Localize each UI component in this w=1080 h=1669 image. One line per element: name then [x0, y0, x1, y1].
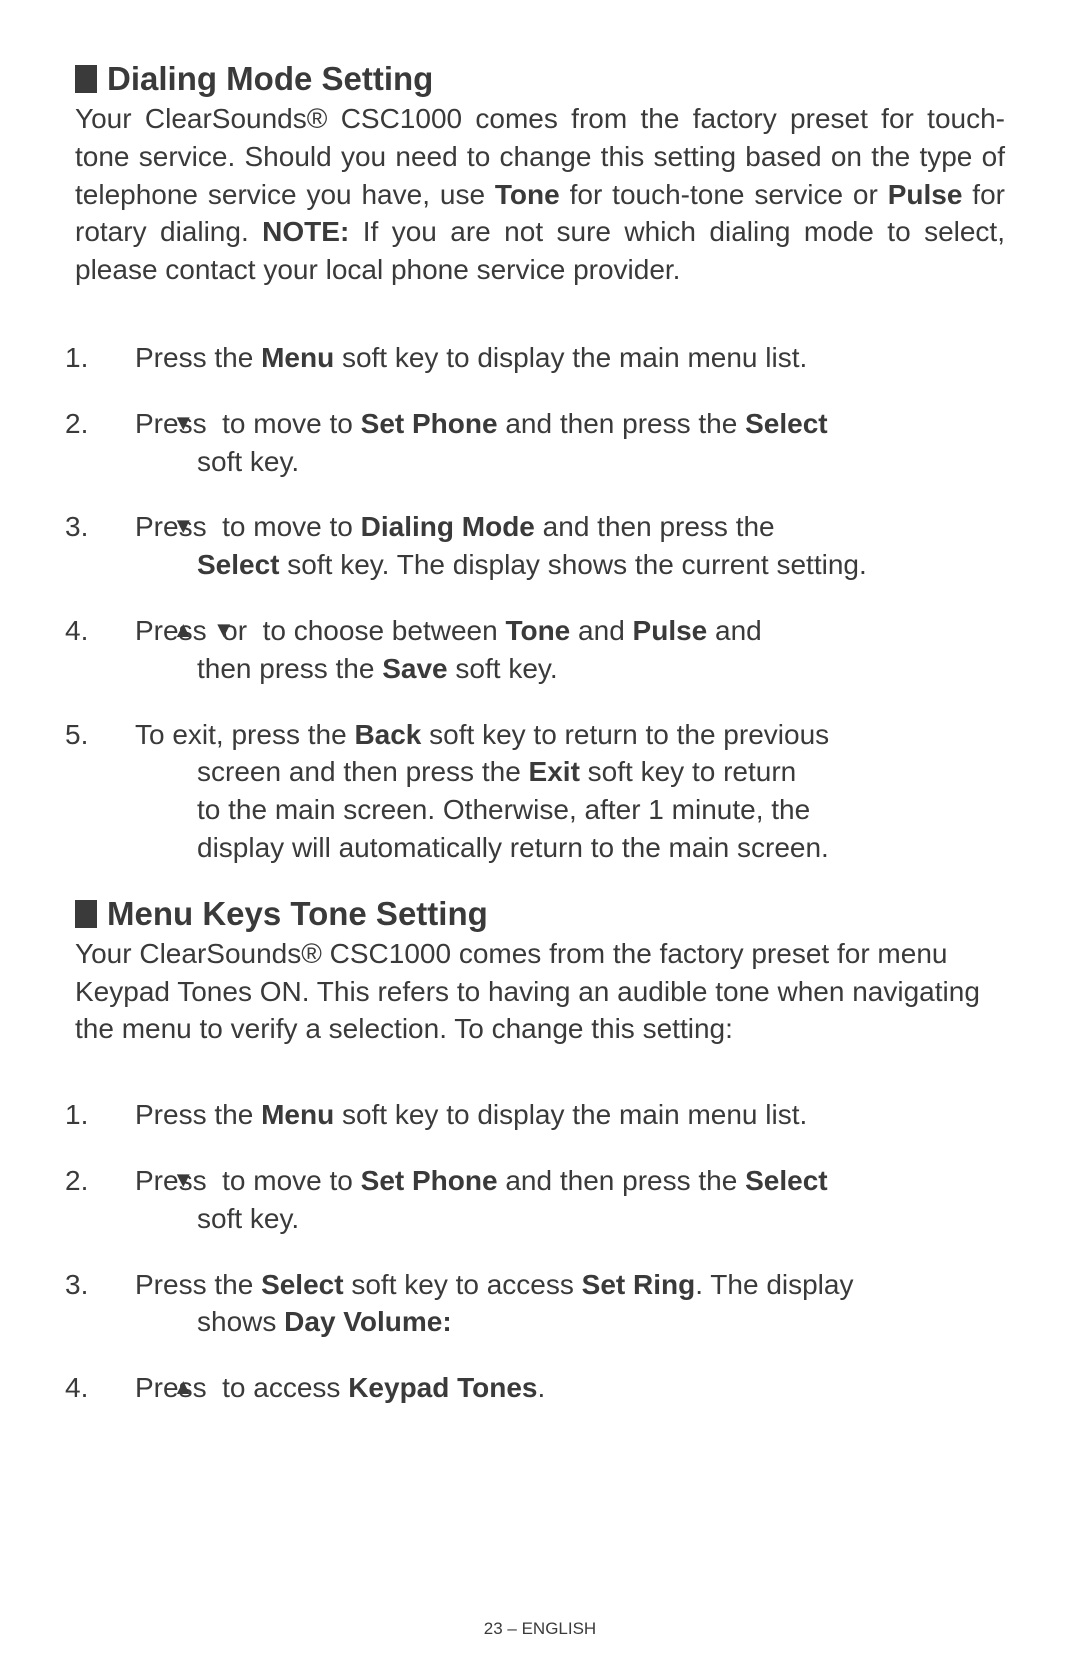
step-continuation: screen and then press the Exit soft key …	[149, 753, 1005, 791]
step-continuation: soft key.	[149, 443, 1005, 481]
step-text: soft key.	[448, 653, 558, 684]
bullet-square-icon	[75, 900, 97, 928]
steps-list-1: 1.Press the Menu soft key to display the…	[107, 339, 1005, 867]
step-continuation: display will automatically return to the…	[149, 829, 1005, 867]
step-text: To exit, press the	[135, 719, 354, 750]
step-text: to move to	[214, 1165, 360, 1196]
step-bold: Tone	[505, 615, 570, 646]
step-bold: Select	[745, 1165, 828, 1196]
intro-text: for touch-tone service or	[560, 179, 888, 210]
step-bold: Select	[197, 549, 280, 580]
step-item: 4.Press ▲ or ▼ to choose between Tone an…	[107, 612, 1005, 688]
step-text: Press the	[135, 1099, 261, 1130]
step-item: 4.Press ▲ to access Keypad Tones.	[107, 1369, 1005, 1407]
section-heading-dialing-mode: Dialing Mode Setting	[75, 60, 1005, 98]
step-continuation: soft key.	[149, 1200, 1005, 1238]
step-bold: Save	[382, 653, 447, 684]
step-text: . The display	[695, 1269, 853, 1300]
intro-bold-tone: Tone	[495, 179, 560, 210]
step-bold: Dialing Mode	[361, 511, 535, 542]
heading-text: Menu Keys Tone Setting	[107, 895, 488, 933]
step-bold: Pulse	[633, 615, 708, 646]
step-number: 1.	[107, 339, 135, 377]
step-bold: Set Phone	[361, 408, 498, 439]
intro-bold-pulse: Pulse	[888, 179, 963, 210]
step-text: soft key to return	[580, 756, 796, 787]
step-text: and	[707, 615, 762, 646]
step-item: 1.Press the Menu soft key to display the…	[107, 1096, 1005, 1134]
step-number: 1.	[107, 1096, 135, 1134]
section-heading-menu-keys: Menu Keys Tone Setting	[75, 895, 1005, 933]
step-bold: Back	[354, 719, 421, 750]
step-number: 2.	[107, 1162, 135, 1200]
step-text: Press the	[135, 342, 261, 373]
step-text: to choose between	[255, 615, 506, 646]
step-bold: Menu	[261, 1099, 334, 1130]
step-text: soft key to access	[344, 1269, 582, 1300]
step-text: then press the	[197, 653, 382, 684]
step-continuation: then press the Save soft key.	[149, 650, 1005, 688]
step-item: 3.Press the Select soft key to access Se…	[107, 1266, 1005, 1342]
intro-note-label: NOTE:	[262, 216, 349, 247]
step-bold: Select	[745, 408, 828, 439]
step-number: 2.	[107, 405, 135, 443]
step-bold: Set Phone	[361, 1165, 498, 1196]
step-bold: Day Volume:	[284, 1306, 452, 1337]
step-text: Press the	[135, 1269, 261, 1300]
page-footer: 23 – ENGLISH	[0, 1619, 1080, 1639]
step-text: .	[538, 1372, 546, 1403]
intro-paragraph-1: Your ClearSounds® CSC1000 comes from the…	[75, 100, 1005, 289]
step-number: 3.	[107, 508, 135, 546]
step-continuation: shows Day Volume:	[149, 1303, 1005, 1341]
step-number: 5.	[107, 716, 135, 754]
step-text: screen and then press the	[197, 756, 529, 787]
step-bold: Select	[261, 1269, 344, 1300]
step-text: and then press the	[498, 1165, 746, 1196]
step-item: 5.To exit, press the Back soft key to re…	[107, 716, 1005, 867]
step-item: 1.Press the Menu soft key to display the…	[107, 339, 1005, 377]
step-text: to access	[214, 1372, 348, 1403]
step-item: 3.Press ▼ to move to Dialing Mode and th…	[107, 508, 1005, 584]
step-item: 2.Press ▼ to move to Set Phone and then …	[107, 1162, 1005, 1238]
step-number: 3.	[107, 1266, 135, 1304]
step-bold: Keypad Tones	[348, 1372, 537, 1403]
heading-text: Dialing Mode Setting	[107, 60, 433, 98]
step-text: soft key to display the main menu list.	[334, 1099, 807, 1130]
step-text: and then press the	[535, 511, 775, 542]
step-continuation: Select soft key. The display shows the c…	[149, 546, 1005, 584]
step-text: shows	[197, 1306, 284, 1337]
step-text: soft key to display the main menu list.	[334, 342, 807, 373]
step-bold: Menu	[261, 342, 334, 373]
bullet-square-icon	[75, 65, 97, 93]
step-continuation: to the main screen. Otherwise, after 1 m…	[149, 791, 1005, 829]
step-text: to move to	[214, 408, 360, 439]
step-bold: Set Ring	[582, 1269, 696, 1300]
step-number: 4.	[107, 612, 135, 650]
intro-paragraph-2: Your ClearSounds® CSC1000 comes from the…	[75, 935, 1005, 1048]
steps-list-2: 1.Press the Menu soft key to display the…	[107, 1096, 1005, 1407]
step-number: 4.	[107, 1369, 135, 1407]
step-text: to move to	[214, 511, 360, 542]
step-bold: Exit	[529, 756, 580, 787]
step-text: soft key to return to the previous	[421, 719, 829, 750]
step-text: and	[570, 615, 632, 646]
step-text: soft key. The display shows the current …	[280, 549, 867, 580]
step-item: 2.Press ▼ to move to Set Phone and then …	[107, 405, 1005, 481]
step-text: and then press the	[498, 408, 746, 439]
